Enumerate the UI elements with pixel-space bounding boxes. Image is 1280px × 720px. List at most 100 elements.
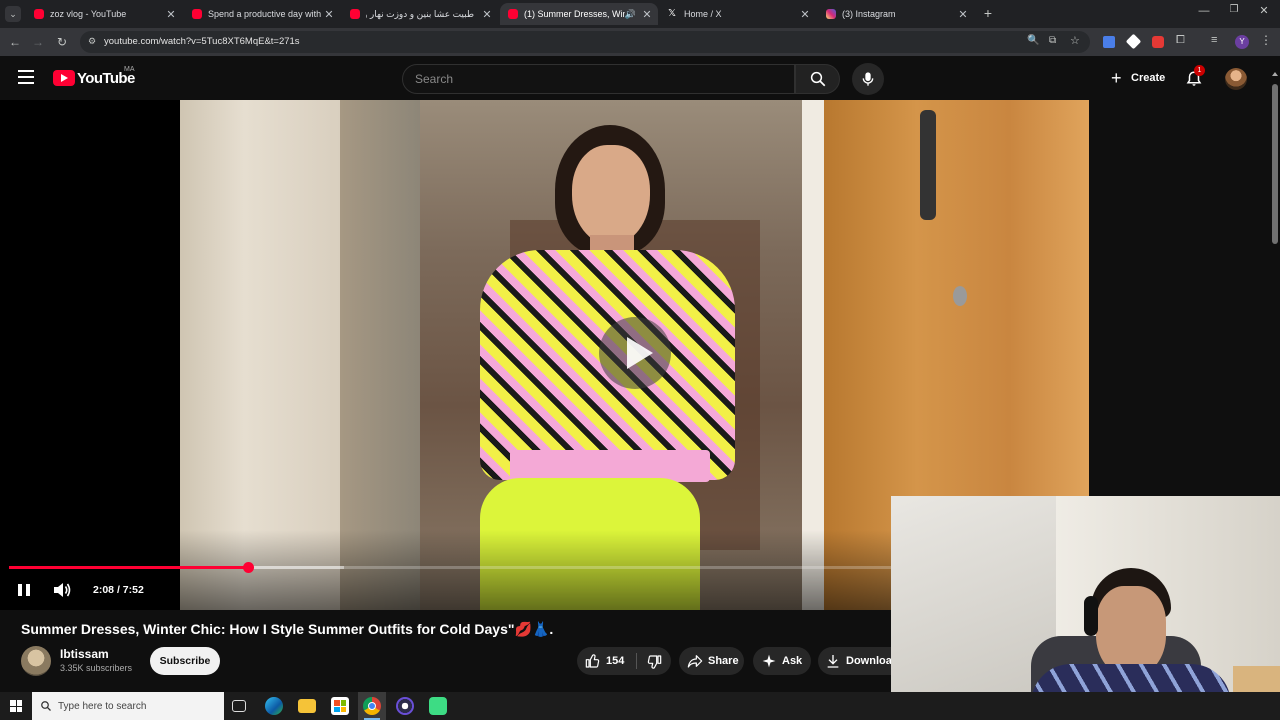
new-tab-button[interactable]: + xyxy=(980,5,996,21)
close-tab-icon[interactable]: ✕ xyxy=(798,8,812,21)
browser-tab-strip: ⌄ zoz vlog - YouTube ✕ Spend a productiv… xyxy=(0,0,1280,28)
plus-icon: + xyxy=(1111,68,1122,88)
taskbar-search-box[interactable]: Type here to search xyxy=(32,692,224,720)
browser-tab[interactable]: طبيت عشا بنين و دوزت نهار واعر ✕ xyxy=(342,3,498,25)
controls-gradient xyxy=(0,530,891,610)
create-button[interactable]: + Create xyxy=(1103,64,1175,92)
browser-tab[interactable]: (3) Instagram ✕ xyxy=(818,3,974,25)
account-avatar[interactable] xyxy=(1225,68,1247,90)
browser-tab[interactable]: Spend a productive day with m ✕ xyxy=(184,3,340,25)
like-button[interactable]: 154 xyxy=(577,647,635,675)
dislike-button[interactable] xyxy=(637,647,671,675)
file-explorer-icon[interactable] xyxy=(298,699,316,713)
pause-icon xyxy=(18,584,30,596)
guide-menu-icon[interactable] xyxy=(18,70,34,84)
close-tab-icon[interactable]: ✕ xyxy=(322,8,336,21)
video-scene-door-handle xyxy=(920,110,936,220)
tab-search-dropdown[interactable]: ⌄ xyxy=(5,6,21,22)
search-button[interactable] xyxy=(795,64,840,94)
tab-title: Home / X xyxy=(684,9,722,19)
microphone-icon xyxy=(862,72,874,86)
like-count: 154 xyxy=(606,655,625,667)
scrollbar-thumb[interactable] xyxy=(1272,84,1278,244)
windows-taskbar: Type here to search xyxy=(0,692,1280,720)
restore-button[interactable]: ❐ xyxy=(1226,4,1242,20)
close-tab-icon[interactable]: ✕ xyxy=(640,8,654,21)
webcam-overlay xyxy=(891,496,1280,720)
tab-title: طبيت عشا بنين و دوزت نهار واعر xyxy=(366,8,474,19)
close-tab-icon[interactable]: ✕ xyxy=(480,8,494,21)
video-player[interactable]: 2:08 / 7:52 xyxy=(0,100,1089,610)
microsoft-store-icon[interactable] xyxy=(331,697,349,715)
extensions-puzzle-icon[interactable]: ⧠ xyxy=(1176,34,1185,47)
thumbs-down-icon xyxy=(647,655,662,669)
progress-bar[interactable] xyxy=(9,562,891,573)
zoom-icon[interactable]: 🔍 xyxy=(1027,35,1039,46)
chrome-menu-icon[interactable]: ⋮ xyxy=(1260,33,1272,47)
extension-red-icon[interactable] xyxy=(1152,36,1164,48)
tab-title: (3) Instagram xyxy=(842,9,896,19)
browser-tab[interactable]: zoz vlog - YouTube ✕ xyxy=(26,3,182,25)
close-tab-icon[interactable]: ✕ xyxy=(164,8,178,21)
task-view-icon[interactable] xyxy=(232,700,246,712)
voice-search-button[interactable] xyxy=(852,63,884,95)
volume-icon xyxy=(54,583,71,597)
bookmark-star-icon[interactable]: ☆ xyxy=(1070,34,1080,47)
volume-button[interactable] xyxy=(52,581,72,599)
reload-icon[interactable]: ↻ xyxy=(53,33,71,51)
youtube-logo[interactable]: YouTube xyxy=(53,69,135,87)
tab-title: Spend a productive day with m xyxy=(208,9,322,19)
notifications-button[interactable]: 1 xyxy=(1183,65,1205,90)
subscribe-button[interactable]: Subscribe xyxy=(150,647,220,675)
chrome-taskbar-active[interactable] xyxy=(358,692,386,720)
forward-arrow-icon[interactable]: → xyxy=(29,33,47,51)
share-icon xyxy=(687,655,703,668)
youtube-masthead: YouTube MA + Create 1 xyxy=(0,56,1270,100)
create-label: Create xyxy=(1131,72,1166,84)
notification-count-badge: 1 xyxy=(1194,65,1205,76)
translate-extension-icon[interactable] xyxy=(1103,36,1115,48)
close-window-button[interactable]: ✕ xyxy=(1256,4,1272,20)
pause-button[interactable] xyxy=(16,582,32,598)
browser-tab-active[interactable]: (1) Summer Dresses, Winte 🔊 ✕ xyxy=(500,3,658,25)
country-code: MA xyxy=(124,66,135,73)
minimize-button[interactable]: — xyxy=(1196,5,1212,21)
windows-start-icon[interactable] xyxy=(10,700,22,712)
android-studio-icon[interactable] xyxy=(429,697,447,715)
tab-title: zoz vlog - YouTube xyxy=(50,9,127,19)
youtube-icon xyxy=(350,9,360,19)
channel-name[interactable]: Ibtissam xyxy=(60,647,109,661)
search-icon xyxy=(41,701,51,711)
share-button[interactable]: Share xyxy=(679,647,744,675)
webcam-headset xyxy=(1084,596,1098,636)
browser-tab[interactable]: 𝕏 Home / X ✕ xyxy=(660,3,816,25)
search-box xyxy=(402,64,795,94)
obs-studio-icon[interactable] xyxy=(396,697,414,715)
extension-diamond-icon[interactable] xyxy=(1125,33,1142,50)
ask-button[interactable]: Ask xyxy=(753,647,811,675)
progress-scrubber[interactable] xyxy=(242,562,254,573)
youtube-play-logo-icon xyxy=(53,70,75,86)
back-arrow-icon[interactable]: ← xyxy=(6,33,24,51)
install-app-icon[interactable]: ⧉ xyxy=(1049,35,1056,46)
search-input[interactable] xyxy=(403,65,794,93)
site-info-icon[interactable]: ⚙ xyxy=(88,36,96,47)
video-scene-face xyxy=(572,145,650,245)
progress-played xyxy=(9,566,249,569)
ask-label: Ask xyxy=(782,655,803,667)
search-icon xyxy=(810,71,826,87)
profile-avatar[interactable]: Y xyxy=(1235,35,1249,49)
download-icon xyxy=(827,655,839,668)
url-text[interactable]: youtube.com/watch?v=5Tuc8XT6MqE&t=271s xyxy=(104,36,300,47)
close-tab-icon[interactable]: ✕ xyxy=(956,8,970,21)
subscriber-count: 3.35K subscribers xyxy=(60,663,133,673)
speaker-icon[interactable]: 🔊 xyxy=(625,9,636,20)
channel-avatar[interactable] xyxy=(21,646,51,676)
edge-browser-icon[interactable] xyxy=(265,697,283,715)
scroll-up-arrow-icon[interactable] xyxy=(1272,72,1278,76)
media-queue-icon[interactable]: ≡ xyxy=(1211,34,1217,46)
time-current: 2:08 xyxy=(93,584,115,596)
address-bar[interactable]: ⚙ youtube.com/watch?v=5Tuc8XT6MqE&t=271s… xyxy=(80,31,1090,53)
browser-toolbar: ← → ↻ ⚙ youtube.com/watch?v=5Tuc8XT6MqE&… xyxy=(0,28,1280,56)
play-overlay-button[interactable] xyxy=(599,317,671,389)
